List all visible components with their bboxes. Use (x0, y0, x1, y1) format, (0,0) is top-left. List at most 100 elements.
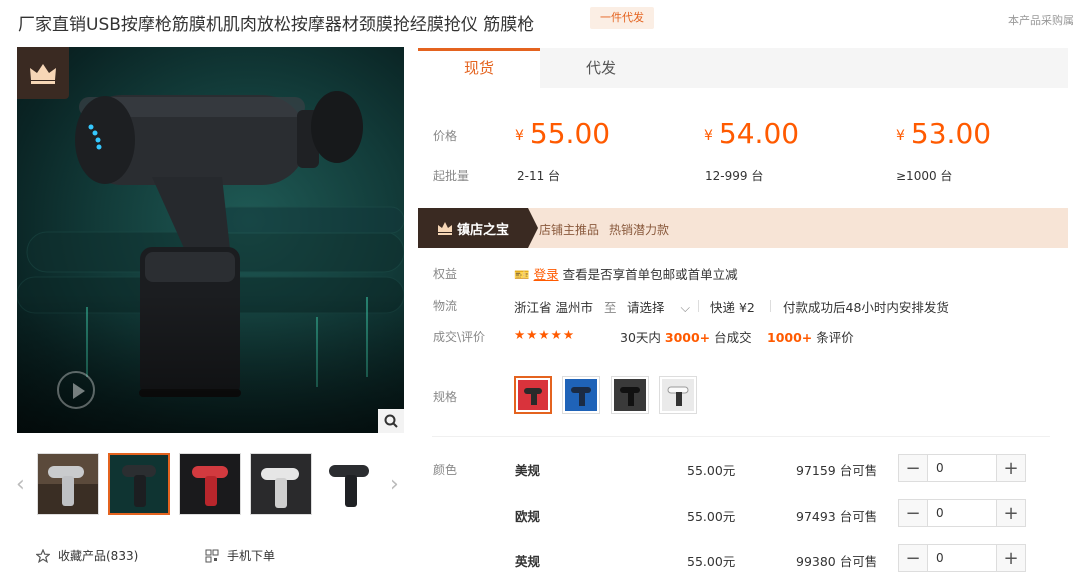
variant-name: 欧规 (515, 509, 541, 524)
variant-stock: 97493 台可售 (796, 509, 878, 524)
tab-in-stock[interactable]: 现货 (418, 48, 540, 88)
price-value: 54.00 (718, 117, 800, 150)
main-product-image[interactable] (17, 47, 404, 433)
thumbnail-4[interactable] (250, 453, 312, 515)
deal-count[interactable]: 3000+ (665, 330, 710, 345)
product-title: 厂家直销USB按摩枪筋膜机肌肉放松按摩器材颈膜抢经膜抢仪 筋膜枪 (18, 15, 535, 35)
collect-label: 收藏产品(833) (58, 549, 139, 563)
swatch-image (614, 379, 646, 411)
shop-treasure-label: 镇店之宝 (456, 222, 509, 238)
destination-select-label: 请选择 (627, 300, 665, 315)
dropship-badge: 一件代发 (590, 7, 654, 29)
variant-price: 55.00元 (687, 554, 736, 569)
quantity-input[interactable]: 0 (927, 545, 997, 571)
swatch-image (662, 379, 694, 411)
express-fee: 快递 ¥2 (710, 300, 755, 315)
magnifier-icon (384, 414, 398, 428)
decrement-button[interactable]: − (899, 545, 927, 571)
moq-tier-1: 2-11 台 (517, 169, 561, 183)
spec-label: 规格 (433, 390, 458, 404)
increment-button[interactable]: + (997, 455, 1025, 481)
review-stats: 1000+ 条评价 (767, 327, 854, 346)
crown-icon (30, 64, 56, 84)
moq-label: 起批量 (433, 169, 470, 183)
ship-to-word: 至 (604, 300, 617, 315)
rights-text: 查看是否享首单包邮或首单立减 (562, 267, 738, 282)
qr-code-icon (205, 549, 219, 562)
trade-stats: 30天内 3000+ 台成交 (620, 327, 752, 346)
purchase-type-tabs: 现货 代发 (418, 48, 1068, 88)
quantity-stepper: − 0 + (898, 499, 1026, 527)
increment-button[interactable]: + (997, 500, 1025, 526)
thumbnail-image (38, 454, 98, 514)
moq-tier-2: 12-999 台 (705, 169, 764, 183)
crown-icon (437, 222, 452, 235)
currency-symbol: ¥ (704, 128, 713, 144)
price-tier-1: ¥55.00 (515, 117, 610, 150)
price-value: 53.00 (910, 117, 992, 150)
zoom-button[interactable] (378, 409, 404, 433)
spec-swatch-red[interactable] (514, 376, 552, 414)
price-tier-2: ¥54.00 (704, 117, 799, 150)
thumb-next-icon[interactable]: › (390, 472, 399, 497)
corner-note: 本产品采购属 (1008, 14, 1074, 27)
ship-from: 浙江省 温州市 (514, 300, 593, 315)
quantity-input[interactable]: 0 (927, 455, 997, 481)
currency-symbol: ¥ (515, 128, 524, 144)
thumbnail-3[interactable] (179, 453, 241, 515)
shop-recommend-text: 店铺主推品 (539, 223, 600, 237)
thumbnail-5[interactable] (321, 453, 383, 515)
thumbnail-image (110, 455, 168, 513)
shop-treasure-tag: 镇店之宝 (418, 208, 538, 248)
moq-tier-3: ≥1000 台 (896, 169, 953, 183)
divider (770, 300, 771, 312)
decrement-button[interactable]: − (899, 455, 927, 481)
mobile-order-label: 手机下单 (227, 549, 276, 563)
divider (698, 300, 699, 312)
quantity-stepper: − 0 + (898, 544, 1026, 572)
ship-destination-select[interactable]: 请选择 ⌵ (627, 297, 690, 316)
variant-name: 美规 (515, 463, 541, 478)
variant-price: 55.00元 (687, 463, 736, 478)
rating-stars: ★★★★★ (514, 327, 576, 342)
increment-button[interactable]: + (997, 545, 1025, 571)
logistics-label: 物流 (433, 299, 458, 313)
thumbnail-image (180, 454, 240, 514)
variant-name: 英规 (515, 554, 541, 569)
mobile-order-button[interactable]: 手机下单 (205, 547, 275, 564)
swatch-image (565, 379, 597, 411)
play-video-button[interactable] (57, 371, 95, 409)
crown-badge (17, 47, 69, 99)
days-prefix: 30天内 (620, 330, 661, 345)
thumb-prev-icon[interactable]: ‹ (16, 472, 25, 497)
thumbnail-2[interactable] (108, 453, 170, 515)
trade-label: 成交\评价 (433, 330, 486, 344)
variant-stock: 97159 台可售 (796, 463, 878, 478)
swatch-image (518, 380, 548, 410)
thumbnail-1[interactable] (37, 453, 99, 515)
login-link[interactable]: 登录 (534, 267, 559, 282)
variant-stock: 99380 台可售 (796, 554, 878, 569)
ship-note: 付款成功后48小时内安排发货 (783, 300, 949, 315)
collect-product-button[interactable]: 收藏产品(833) (36, 547, 138, 564)
deal-suffix: 台成交 (714, 330, 752, 345)
tab-dropship[interactable]: 代发 (540, 48, 662, 88)
decrement-button[interactable]: − (899, 500, 927, 526)
spec-swatch-white[interactable] (659, 376, 697, 414)
currency-symbol: ¥ (896, 128, 905, 144)
coupon-icon: 🎫 (514, 267, 530, 282)
spec-swatch-black[interactable] (611, 376, 649, 414)
spec-swatch-blue[interactable] (562, 376, 600, 414)
thumbnail-image (251, 454, 311, 514)
floor-shadow (17, 293, 404, 433)
chevron-down-icon: ⌵ (680, 300, 690, 315)
review-suffix: 条评价 (816, 330, 854, 345)
color-label: 颜色 (433, 463, 458, 477)
review-count[interactable]: 1000+ (767, 330, 812, 345)
variant-price: 55.00元 (687, 509, 736, 524)
quantity-input[interactable]: 0 (927, 500, 997, 526)
section-divider (432, 436, 1050, 437)
shop-hot-text: 热销潜力款 (609, 223, 670, 237)
shop-treasure-banner: 镇店之宝 店铺主推品 热销潜力款 (418, 208, 1068, 248)
rights-row: 🎫 登录 查看是否享首单包邮或首单立减 (514, 264, 738, 283)
